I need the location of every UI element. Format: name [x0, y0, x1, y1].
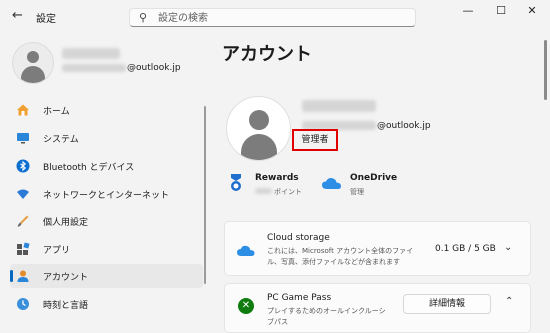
main-scrollbar[interactable] [544, 40, 547, 100]
cloud-storage-usage: 0.1 GB / 5 GB [435, 244, 496, 254]
rewards-points-blurred [255, 188, 272, 194]
sidebar-item-time-language[interactable]: 時刻と言語 [10, 292, 203, 316]
system-icon [16, 131, 30, 145]
account-email-suffix: @outlook.jp [377, 121, 431, 131]
avatar-head [27, 51, 39, 63]
profile-email-blurred [62, 64, 126, 72]
account-avatar [226, 96, 291, 161]
network-icon [16, 187, 30, 201]
chevron-down-icon[interactable]: ⌄ [504, 242, 512, 253]
page-title: アカウント [222, 44, 312, 65]
cloud-storage-title: Cloud storage [267, 233, 330, 243]
avatar-body [21, 66, 45, 83]
search-input[interactable] [156, 10, 410, 27]
personalization-icon [16, 214, 30, 228]
active-indicator [10, 270, 13, 282]
home-icon [16, 103, 30, 117]
details-button[interactable]: 詳細情報 [403, 294, 491, 314]
back-arrow-icon[interactable]: ← [12, 8, 23, 23]
maximize-button[interactable]: ☐ [491, 4, 511, 17]
profile-name-blurred [62, 48, 120, 59]
sidebar-item-bluetooth[interactable]: Bluetooth とデバイス [10, 154, 203, 178]
sidebar-item-network[interactable]: ネットワークとインターネット [10, 182, 203, 206]
game-pass-title: PC Game Pass [267, 293, 332, 303]
rewards-sub: ポイント [274, 188, 302, 196]
chevron-up-icon[interactable]: ⌃ [505, 296, 513, 307]
time-language-icon [16, 297, 30, 311]
search-icon: ⚲ [139, 11, 148, 24]
sidebar-item-label: 時刻と言語 [43, 301, 89, 311]
rewards-icon [228, 173, 244, 193]
sidebar-item-label: 個人用設定 [43, 218, 89, 228]
onedrive-sub[interactable]: 管理 [350, 187, 364, 197]
sidebar-item-label: ホーム [43, 107, 70, 117]
sidebar-item-label: アカウント [43, 273, 89, 283]
account-name-blurred [302, 100, 376, 112]
onedrive-icon [322, 175, 342, 194]
profile-avatar [12, 42, 54, 84]
sidebar-item-label: システム [43, 135, 79, 145]
cloud-storage-card[interactable]: Cloud storage これには、Microsoft アカウント全体のファイ… [224, 221, 531, 276]
sidebar-item-label: Bluetooth とデバイス [43, 163, 135, 173]
rewards-label[interactable]: Rewards [255, 173, 299, 183]
avatar-body [241, 134, 277, 160]
sidebar-item-label: ネットワークとインターネット [43, 191, 170, 201]
sidebar-item-label: アプリ [43, 246, 71, 256]
sidebar-item-apps[interactable]: アプリ [10, 237, 203, 261]
apps-icon [16, 242, 30, 256]
sidebar-item-accounts[interactable]: アカウント [10, 264, 203, 288]
cloud-icon [237, 242, 255, 261]
xbox-icon: ✕ [238, 298, 254, 314]
role-badge: 管理者 [292, 129, 338, 151]
minimize-button[interactable]: — [458, 4, 478, 17]
title-bar: ← 設定 ⚲ — ☐ ✕ [0, 0, 550, 32]
bluetooth-icon [16, 159, 30, 173]
cloud-storage-description: これには、Microsoft アカウント全体のファイル、写真、添付ファイルなどが… [267, 247, 414, 266]
app-title: 設定 [36, 14, 56, 25]
sidebar-item-personalization[interactable]: 個人用設定 [10, 209, 203, 233]
sidebar-item-home[interactable]: ホーム [10, 98, 203, 122]
sidebar-scrollbar[interactable] [204, 106, 206, 284]
profile-email-suffix: @outlook.jp [127, 63, 181, 73]
onedrive-label[interactable]: OneDrive [350, 173, 397, 183]
search-box[interactable]: ⚲ [129, 8, 416, 27]
account-icon [16, 269, 30, 283]
avatar-head [249, 110, 269, 130]
sidebar-item-system[interactable]: システム [10, 126, 203, 150]
game-pass-card[interactable]: ✕ PC Game Pass プレイするためのオールインクルーシブパス 詳細情報… [224, 283, 531, 333]
close-button[interactable]: ✕ [522, 4, 542, 17]
